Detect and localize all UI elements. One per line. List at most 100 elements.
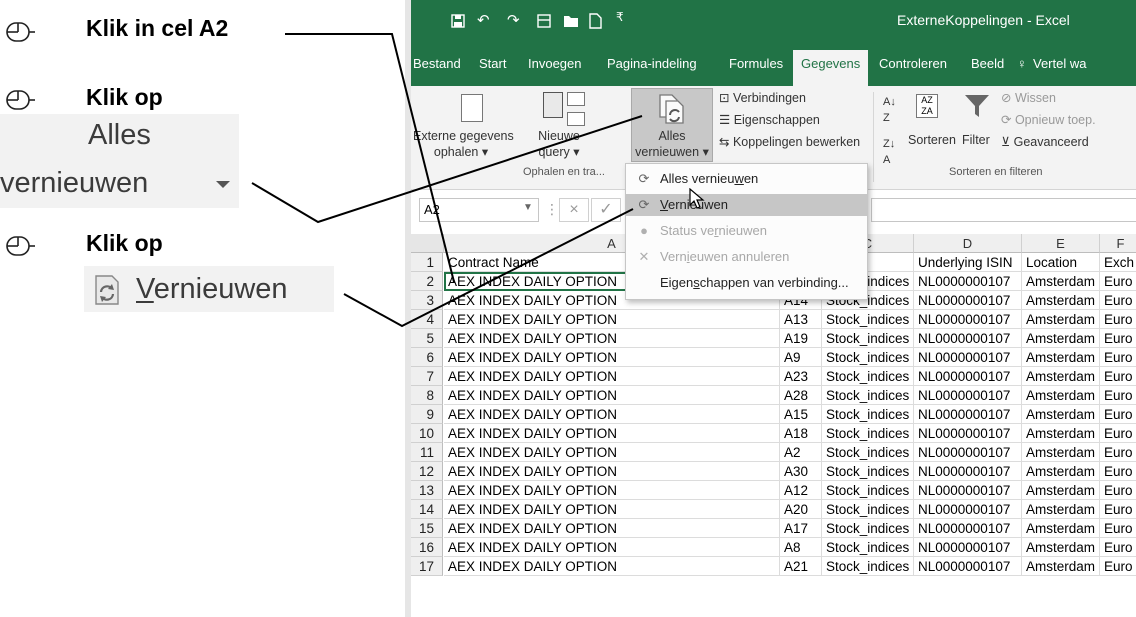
form-icon[interactable] (537, 14, 551, 28)
grid-cell-d[interactable]: Underlying ISIN (914, 253, 1022, 272)
grid-cell-e[interactable]: Amsterdam (1022, 367, 1100, 386)
grid-cell-f[interactable]: Euro (1100, 310, 1136, 329)
grid-cell-f[interactable]: Euro (1100, 272, 1136, 291)
grid-cell-d[interactable]: NL0000000107 (914, 481, 1022, 500)
externe-gegevens-button[interactable]: Externe gegevens ophalen ▾ (413, 128, 514, 160)
grid-cell-c[interactable]: Stock_indices (822, 367, 914, 386)
grid-cell-f[interactable]: Exch (1100, 253, 1136, 272)
tab-bestand[interactable]: Bestand (413, 56, 461, 71)
grid-cell-c[interactable]: Stock_indices (822, 500, 914, 519)
opnieuw-toepassen-button[interactable]: ⟳ Opnieuw toep. (1001, 112, 1096, 128)
grid-cell-f[interactable]: Euro (1100, 481, 1136, 500)
grid-cell-d[interactable]: NL0000000107 (914, 500, 1022, 519)
grid-cell-c[interactable]: Stock_indices (822, 519, 914, 538)
grid-cell-c[interactable]: Stock_indices (822, 310, 914, 329)
grid-cell-f[interactable]: Euro (1100, 386, 1136, 405)
grid-cell-b[interactable]: A9 (780, 348, 822, 367)
redo-icon[interactable]: ↷ (507, 11, 520, 29)
grid-cell-f[interactable]: Euro (1100, 557, 1136, 576)
grid-cell-d[interactable]: NL0000000107 (914, 272, 1022, 291)
chevron-down-icon[interactable]: ▼ (523, 202, 533, 213)
formula-input[interactable] (871, 198, 1136, 222)
menu-item[interactable]: ⟳ Alles vernieuwen (626, 168, 867, 190)
grid-cell-c[interactable]: Stock_indices (822, 424, 914, 443)
grid-cell-d[interactable]: NL0000000107 (914, 462, 1022, 481)
tab-gegevens[interactable]: Gegevens (793, 50, 869, 86)
row-number[interactable]: 13 (411, 481, 443, 500)
row-number[interactable]: 5 (411, 329, 443, 348)
grid-cell-a[interactable]: AEX INDEX DAILY OPTION (444, 557, 780, 576)
grid-cell-d[interactable]: NL0000000107 (914, 519, 1022, 538)
koppelingen-bewerken-button[interactable]: ⇆ Koppelingen bewerken (719, 134, 860, 150)
grid-cell-a[interactable]: AEX INDEX DAILY OPTION (444, 348, 780, 367)
grid-cell-e[interactable]: Amsterdam (1022, 405, 1100, 424)
grid-cell-f[interactable]: Euro (1100, 348, 1136, 367)
grid-cell-a[interactable]: AEX INDEX DAILY OPTION (444, 367, 780, 386)
row-number[interactable]: 7 (411, 367, 443, 386)
grid-cell-a[interactable]: AEX INDEX DAILY OPTION (444, 329, 780, 348)
menu-item[interactable]: ⟳Vernieuwen (626, 194, 867, 216)
grid-cell-b[interactable]: A15 (780, 405, 822, 424)
row-number[interactable]: 4 (411, 310, 443, 329)
row-number[interactable]: 6 (411, 348, 443, 367)
grid-cell-e[interactable]: Amsterdam (1022, 310, 1100, 329)
grid-cell-c[interactable]: Stock_indices (822, 348, 914, 367)
grid-cell-b[interactable]: A28 (780, 386, 822, 405)
grid-cell-f[interactable]: Euro (1100, 405, 1136, 424)
menu-item[interactable]: Eigenschappen van verbinding... (626, 272, 867, 294)
grid-cell-e[interactable]: Amsterdam (1022, 481, 1100, 500)
grid-cell-a[interactable]: AEX INDEX DAILY OPTION (444, 443, 780, 462)
row-number[interactable]: 2 (411, 272, 443, 291)
tab-beeld[interactable]: Beeld (971, 56, 1004, 71)
grid-cell-e[interactable]: Amsterdam (1022, 329, 1100, 348)
grid-cell-b[interactable]: A20 (780, 500, 822, 519)
grid-cell-d[interactable]: NL0000000107 (914, 405, 1022, 424)
row-number[interactable]: 15 (411, 519, 443, 538)
grid-cell-f[interactable]: Euro (1100, 519, 1136, 538)
grid-cell-b[interactable]: A12 (780, 481, 822, 500)
grid-cell-d[interactable]: NL0000000107 (914, 310, 1022, 329)
column-header-d[interactable]: D (914, 234, 1022, 253)
grid-cell-c[interactable]: Stock_indices (822, 405, 914, 424)
grid-cell-d[interactable]: NL0000000107 (914, 367, 1022, 386)
grid-cell-f[interactable]: Euro (1100, 329, 1136, 348)
row-number[interactable]: 11 (411, 443, 443, 462)
row-number[interactable]: 16 (411, 538, 443, 557)
grid-cell-c[interactable]: Stock_indices (822, 386, 914, 405)
row-number[interactable]: 12 (411, 462, 443, 481)
grid-cell-c[interactable]: Stock_indices (822, 557, 914, 576)
grid-cell-b[interactable]: A18 (780, 424, 822, 443)
tab-vertel[interactable]: Vertel wa (1033, 56, 1086, 71)
grid-cell-e[interactable]: Amsterdam (1022, 291, 1100, 310)
grid-cell-d[interactable]: NL0000000107 (914, 443, 1022, 462)
grid-cell-e[interactable]: Amsterdam (1022, 500, 1100, 519)
filter-button[interactable]: Filter (962, 132, 990, 148)
row-number[interactable]: 14 (411, 500, 443, 519)
tab-formules[interactable]: Formules (729, 56, 783, 71)
grid-cell-a[interactable]: AEX INDEX DAILY OPTION (444, 500, 780, 519)
grid-cell-e[interactable]: Amsterdam (1022, 538, 1100, 557)
grid-cell-e[interactable]: Amsterdam (1022, 272, 1100, 291)
undo-icon[interactable]: ↶ (477, 11, 490, 29)
grid-cell-e[interactable]: Amsterdam (1022, 424, 1100, 443)
sorteren-button[interactable]: Sorteren (908, 132, 956, 148)
row-number[interactable]: 17 (411, 557, 443, 576)
grid-cell-c[interactable]: Stock_indices (822, 538, 914, 557)
grid-cell-f[interactable]: Euro (1100, 538, 1136, 557)
grid-cell-e[interactable]: Location (1022, 253, 1100, 272)
grid-cell-d[interactable]: NL0000000107 (914, 348, 1022, 367)
grid-cell-f[interactable]: Euro (1100, 443, 1136, 462)
open-icon[interactable] (563, 14, 579, 28)
save-icon[interactable] (451, 14, 465, 28)
confirm-entry-button[interactable]: ✓ (591, 198, 621, 222)
grid-cell-a[interactable]: AEX INDEX DAILY OPTION (444, 310, 780, 329)
grid-cell-e[interactable]: Amsterdam (1022, 386, 1100, 405)
verbindingen-button[interactable]: ⊡ Verbindingen (719, 90, 806, 106)
grid-cell-b[interactable]: A17 (780, 519, 822, 538)
geavanceerd-button[interactable]: ⊻ Geavanceerd (1001, 134, 1089, 150)
grid-cell-d[interactable]: NL0000000107 (914, 424, 1022, 443)
grid-cell-f[interactable]: Euro (1100, 367, 1136, 386)
grid-cell-d[interactable]: NL0000000107 (914, 386, 1022, 405)
grid-cell-b[interactable]: A19 (780, 329, 822, 348)
customize-qat-icon[interactable]: ₹ (616, 10, 624, 24)
